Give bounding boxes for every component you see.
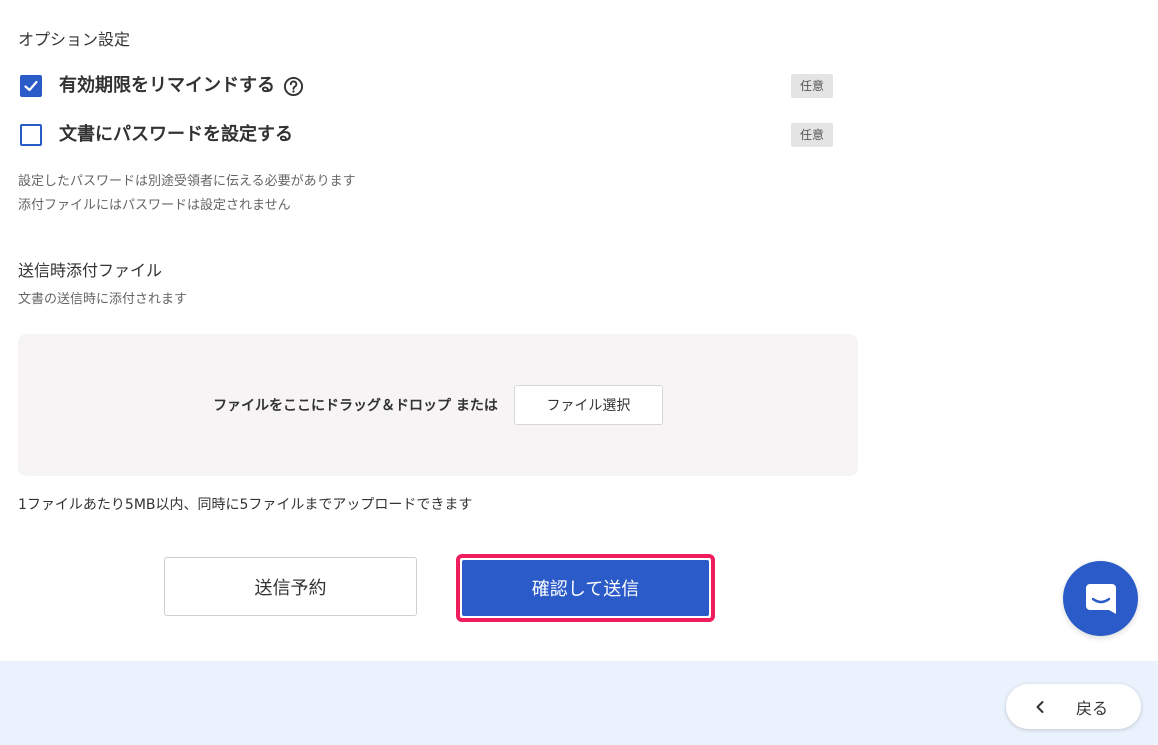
optional-badge: 任意	[790, 74, 833, 98]
attachment-password-note: 添付ファイルにはパスワードは設定されません	[18, 198, 291, 213]
schedule-send-button[interactable]: 送信予約	[164, 557, 417, 616]
footer-bar	[0, 661, 1158, 745]
options-section-title: オプション設定	[18, 30, 131, 49]
reminder-label: 有効期限をリマインドする	[59, 75, 275, 96]
attachments-title: 送信時添付ファイル	[18, 261, 163, 280]
optional-badge: 任意	[790, 123, 833, 147]
chevron-left-icon	[1036, 700, 1044, 713]
password-label: 文書にパスワードを設定する	[59, 124, 293, 145]
option-row-reminder: 有効期限をリマインドする 任意	[20, 72, 833, 100]
back-button[interactable]: 戻る	[1006, 684, 1141, 729]
back-label: 戻る	[1076, 698, 1109, 718]
chat-support-button[interactable]	[1063, 561, 1138, 636]
file-dropzone[interactable]: ファイルをここにドラッグ＆ドロップ または ファイル選択	[18, 334, 858, 476]
check-icon	[24, 80, 38, 92]
page: オプション設定 有効期限をリマインドする 任意 文書にパスワードを設定する 任意…	[0, 0, 1158, 745]
option-row-password: 文書にパスワードを設定する 任意	[20, 121, 833, 149]
confirm-button-highlight: 確認して送信	[456, 554, 715, 622]
chat-icon	[1085, 583, 1116, 614]
upload-limit-note: 1ファイルあたり5MB以内、同時に5ファイルまでアップロードできます	[18, 497, 473, 513]
file-select-button[interactable]: ファイル選択	[513, 385, 663, 425]
help-icon[interactable]	[283, 76, 304, 97]
dropzone-text: ファイルをここにドラッグ＆ドロップ または	[213, 398, 498, 414]
reminder-checkbox[interactable]	[20, 75, 42, 97]
attachments-subtitle: 文書の送信時に添付されます	[18, 292, 188, 307]
password-note: 設定したパスワードは別途受領者に伝える必要があります	[18, 174, 356, 189]
confirm-send-button[interactable]: 確認して送信	[462, 560, 709, 616]
password-checkbox[interactable]	[20, 124, 42, 146]
